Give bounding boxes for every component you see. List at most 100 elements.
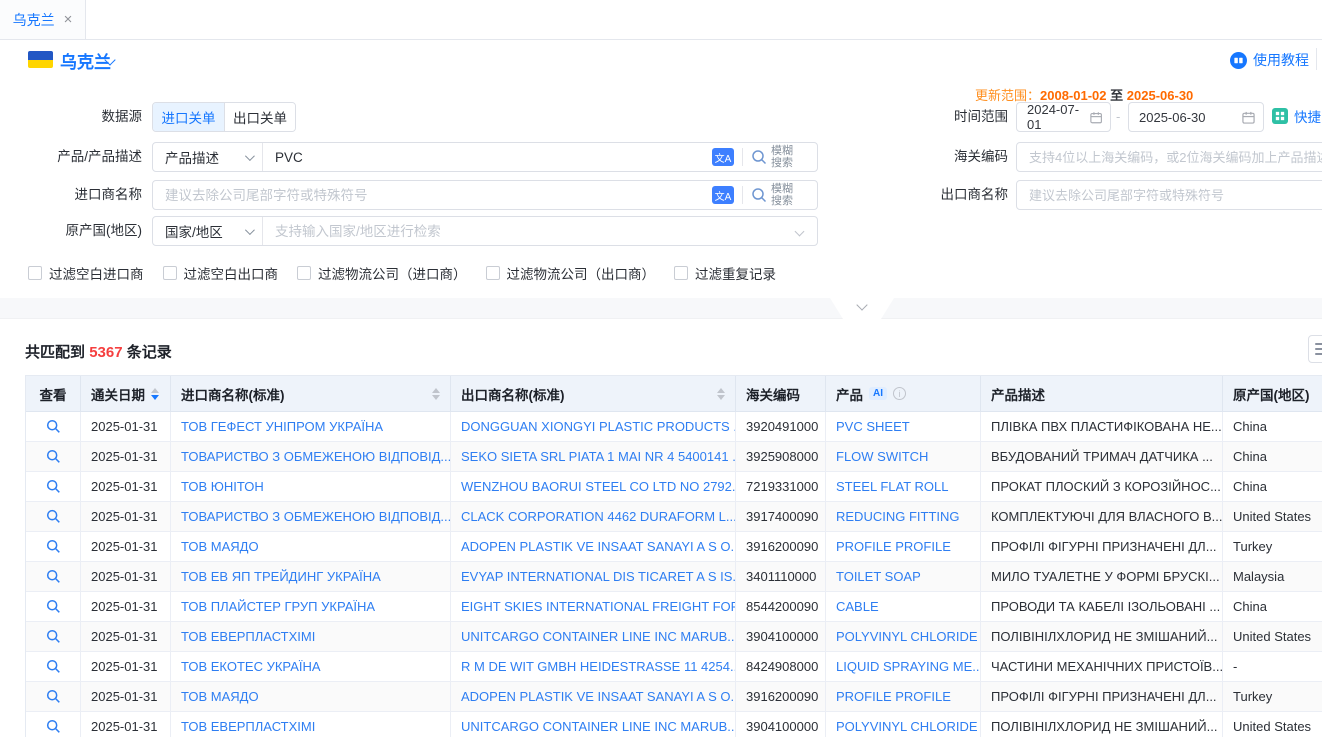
cell-importer-link[interactable]: ТОВ ГЕФЕСТ УНІПРОМ УКРАЇНА [171,412,451,442]
cell-importer-link[interactable]: ТОВ МАЯДО [171,682,451,712]
tutorial-label: 使用教程 [1253,50,1309,70]
importer-input[interactable] [153,181,712,209]
cell-importer-link[interactable]: ТОВ ЮНІТОН [171,472,451,502]
cell-product-link[interactable]: PROFILE PROFILE [826,682,981,712]
view-record-button[interactable] [26,412,80,441]
tab-close-icon[interactable]: × [64,12,73,27]
import-manifest-button[interactable]: 进口关单 [153,103,224,131]
product-search-input[interactable] [263,143,712,171]
sort-icon[interactable] [151,388,159,400]
cell-importer-link[interactable]: ТОВ МАЯДО [171,532,451,562]
results-table: 查看 通关日期 进口商名称(标准) 出口商名称(标准) 海关编码 产品 AI i… [25,375,1322,737]
table-row: 2025-01-31 ТОВ ЕВ ЯП ТРЕЙДИНГ УКРАЇНА EV… [26,562,1322,592]
view-record-button[interactable] [26,442,80,471]
cell-description: МИЛО ТУАЛЕТНЕ У ФОРМІ БРУСКІ... [981,562,1223,592]
table-settings-button[interactable] [1308,335,1322,363]
start-date-input[interactable]: 2024-07-01 [1016,102,1111,132]
view-record-button[interactable] [26,682,80,711]
header-exporter[interactable]: 出口商名称(标准) [451,376,736,412]
cell-importer-link[interactable]: ТОВ ЕВ ЯП ТРЕЙДИНГ УКРАЇНА [171,562,451,592]
cell-exporter-link[interactable]: EVYAP INTERNATIONAL DIS TICARET A S IS..… [451,562,736,592]
origin-search-input[interactable] [263,217,796,245]
cell-product-link[interactable]: CABLE [826,592,981,622]
cell-exporter-link[interactable]: DONGGUAN XIONGYI PLASTIC PRODUCTS ... [451,412,736,442]
collapse-filters-button[interactable] [830,298,894,319]
hs-code-input[interactable] [1016,142,1322,172]
header-date[interactable]: 通关日期 [81,376,171,412]
checkbox-filter-blank-exporter[interactable]: 过滤空白出口商 [163,263,279,283]
view-record-button[interactable] [26,502,80,531]
cell-exporter-link[interactable]: EIGHT SKIES INTERNATIONAL FREIGHT FOR... [451,592,736,622]
table-header-row: 查看 通关日期 进口商名称(标准) 出口商名称(标准) 海关编码 产品 AI i… [26,376,1322,412]
cell-exporter-link[interactable]: WENZHOU BAORUI STEEL CO LTD NO 2792... [451,472,736,502]
origin-type-select[interactable]: 国家/地区 [153,217,263,245]
chevron-down-icon [245,151,255,161]
cell-hs-code: 3904100000 [736,712,826,737]
checkbox-filter-blank-importer[interactable]: 过滤空白进口商 [28,263,144,283]
sort-icon[interactable] [432,388,440,400]
cell-importer-link[interactable]: ТОВАРИСТВО З ОБМЕЖЕНОЮ ВІДПОВІД... [171,442,451,472]
exporter-input[interactable] [1016,180,1322,210]
cell-exporter-link[interactable]: SEKO SIETA SRL PIATA 1 MAI NR 4 5400141 … [451,442,736,472]
cell-description: ПРОФІЛІ ФІГУРНІ ПРИЗНАЧЕНІ ДЛ... [981,682,1223,712]
product-type-value: 产品描述 [165,147,219,167]
cell-importer-link[interactable]: ТОВАРИСТВО З ОБМЕЖЕНОЮ ВІДПОВІД... [171,502,451,532]
cell-importer-link[interactable]: ТОВ ПЛАЙСТЕР ГРУП УКРАЇНА [171,592,451,622]
fuzzy-search-button[interactable]: 模糊搜索 [743,183,817,207]
magnifier-icon [751,149,767,165]
cell-product-link[interactable]: REDUCING FITTING [826,502,981,532]
table-row: 2025-01-31 ТОВ МАЯДО ADOPEN PLASTIK VE I… [26,682,1322,712]
table-row: 2025-01-31 ТОВ ЕКОТЕС УКРАЇНА R M DE WIT… [26,652,1322,682]
fuzzy-search-button[interactable]: 模糊搜索 [743,145,817,169]
cell-origin: United States [1223,712,1322,737]
cell-origin: Turkey [1223,682,1322,712]
view-record-button[interactable] [26,472,80,501]
cell-importer-link[interactable]: ТОВ ЕВЕРПЛАСТХІМІ [171,622,451,652]
product-type-select[interactable]: 产品描述 [153,143,263,171]
cell-exporter-link[interactable]: CLACK CORPORATION 4462 DURAFORM L... [451,502,736,532]
cell-exporter-link[interactable]: UNITCARGO CONTAINER LINE INC MARUB... [451,712,736,737]
view-record-button[interactable] [26,712,80,737]
translate-icon[interactable]: 文A [712,186,734,204]
tutorial-link[interactable]: 使用教程 [1230,50,1309,70]
cell-exporter-link[interactable]: ADOPEN PLASTIK VE INSAAT SANAYI A S O... [451,532,736,562]
export-manifest-button[interactable]: 出口关单 [224,103,295,131]
checkbox-filter-logistics-exporter[interactable]: 过滤物流公司（出口商） [486,263,656,283]
translate-icon[interactable]: 文A [712,148,734,166]
cell-hs-code: 3904100000 [736,622,826,652]
cell-product-link[interactable]: POLYVINYL CHLORIDE [826,622,981,652]
calendar-icon [1242,111,1255,124]
cell-description: ПРОФІЛІ ФІГУРНІ ПРИЗНАЧЕНІ ДЛ... [981,532,1223,562]
ai-badge: AI [869,387,887,400]
cell-product-link[interactable]: FLOW SWITCH [826,442,981,472]
quick-select-link[interactable]: 快捷 [1272,106,1321,126]
view-record-button[interactable] [26,652,80,681]
cell-exporter-link[interactable]: UNITCARGO CONTAINER LINE INC MARUB... [451,622,736,652]
cell-product-link[interactable]: PVC SHEET [826,412,981,442]
tab-ukraine[interactable]: 乌克兰 × [0,0,86,40]
view-record-button[interactable] [26,532,80,561]
view-record-button[interactable] [26,562,80,591]
view-record-button[interactable] [26,592,80,621]
sort-icon[interactable] [717,388,725,400]
checkbox-filter-logistics-importer[interactable]: 过滤物流公司（进口商） [297,263,467,283]
checkbox-filter-duplicates[interactable]: 过滤重复记录 [674,263,776,283]
cell-product-link[interactable]: LIQUID SPRAYING ME... [826,652,981,682]
quick-icon [1272,108,1288,124]
chevron-down-icon [245,225,255,235]
cell-product-link[interactable]: PROFILE PROFILE [826,532,981,562]
cell-date: 2025-01-31 [81,502,171,532]
cell-product-link[interactable]: STEEL FLAT ROLL [826,472,981,502]
checkbox-icon [28,266,42,280]
info-icon[interactable]: i [893,387,906,400]
cell-product-link[interactable]: POLYVINYL CHLORIDE [826,712,981,737]
cell-importer-link[interactable]: ТОВ ЕВЕРПЛАСТХІМІ [171,712,451,737]
tab-bar: 乌克兰 × [0,0,1322,40]
header-importer[interactable]: 进口商名称(标准) [171,376,451,412]
cell-product-link[interactable]: TOILET SOAP [826,562,981,592]
end-date-input[interactable]: 2025-06-30 [1128,102,1264,132]
cell-importer-link[interactable]: ТОВ ЕКОТЕС УКРАЇНА [171,652,451,682]
cell-exporter-link[interactable]: R M DE WIT GMBH HEIDESTRASSE 11 4254... [451,652,736,682]
cell-exporter-link[interactable]: ADOPEN PLASTIK VE INSAAT SANAYI A S O... [451,682,736,712]
view-record-button[interactable] [26,622,80,651]
